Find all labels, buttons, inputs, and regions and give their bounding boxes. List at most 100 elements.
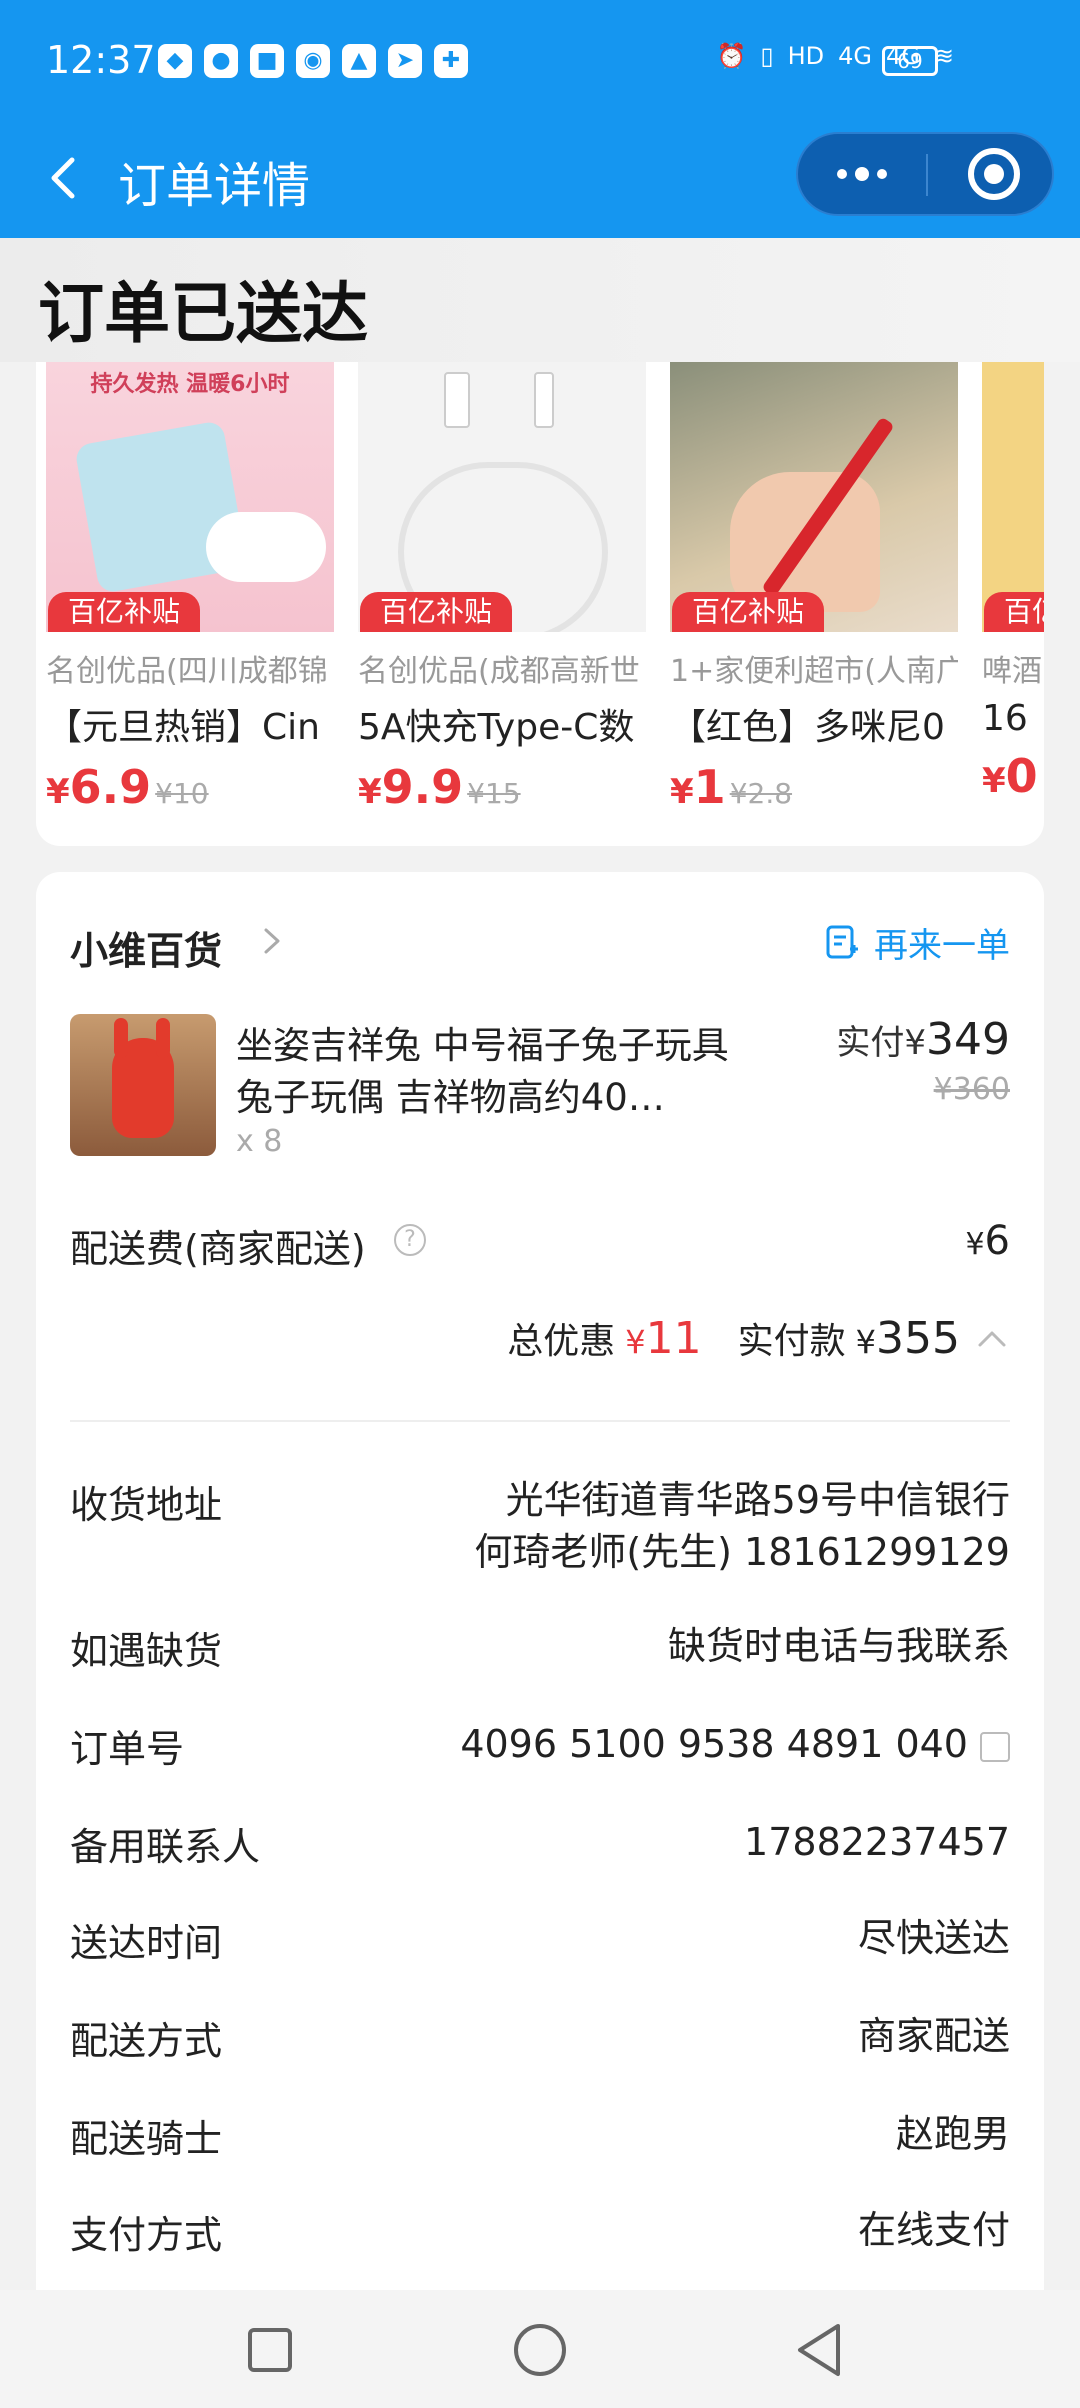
info-row-payment: 支付方式 在线支付 (70, 2204, 1010, 2264)
chevron-right-icon[interactable] (254, 924, 288, 958)
info-row-address: 收货地址 光华街道青华路59号中信银行 何琦老师(先生) 18161299129 (70, 1474, 1010, 1584)
more-dot-icon (877, 169, 887, 179)
reorder-button[interactable]: 再来一单 (822, 918, 1010, 967)
home-button[interactable] (502, 2312, 578, 2388)
reorder-label: 再来一单 (874, 926, 1010, 966)
product-name: 【红色】多咪尼0 (670, 707, 945, 748)
recommendation-item[interactable]: 持久发热 温暖6小时 百亿补贴 名创优品(四川成都锦 【元旦热销】Cin ¥6.… (46, 362, 334, 814)
product-image: 百亿补贴 (358, 362, 646, 632)
miniprogram-capsule (796, 132, 1054, 216)
rider-label: 配送骑士 (70, 2117, 223, 2161)
status-time: 12:37 (46, 38, 156, 82)
alarm-icon: ⏰ (716, 42, 747, 70)
vibrate-icon: ▯ (760, 42, 774, 70)
more-dot-icon (837, 169, 847, 179)
more-dot-icon (855, 167, 869, 181)
paid-total-label: 实付款 (737, 1321, 846, 1362)
capsule-divider (926, 154, 928, 196)
product-image-caption: 持久发热 温暖6小时 (90, 372, 290, 397)
app-notification-icon: ◆ (158, 44, 192, 78)
order-total-row[interactable]: 总优惠 ¥11 实付款 ¥355 (507, 1312, 1010, 1364)
store-name: 啤酒 (982, 654, 1042, 689)
back-arrow-icon (51, 157, 75, 199)
chevron-up-icon[interactable] (974, 1323, 1010, 1353)
system-nav-bar (0, 2290, 1080, 2408)
recommendation-item[interactable]: 百亿补贴 名创优品(成都高新世 5A快充Type-C数 ¥9.9 ¥15 (358, 362, 646, 814)
goods-name[interactable]: 坐姿吉祥兔 中号福子兔子玩具 兔子玩偶 吉祥物高约40… (236, 1020, 756, 1124)
goods-quantity: x 8 (236, 1124, 283, 1159)
subsidy-badge: 百亿补贴 (984, 592, 1044, 632)
signal-icon: 4G (838, 42, 873, 70)
order-status-title: 订单已送达 (38, 275, 368, 352)
info-row-stockout: 如遇缺货 缺货时电话与我联系 (70, 1620, 1010, 1680)
goods-paid-price: 实付¥349 (836, 1014, 1010, 1065)
delivery-fee-label: 配送费(商家配送) (70, 1227, 366, 1271)
info-row-backup-contact: 备用联系人 17882237457 (70, 1816, 1010, 1876)
title-bar: 订单详情 (0, 122, 1080, 238)
delivery-time-value: 尽快送达 (857, 1916, 1010, 1960)
order-status-header: 订单已送达 (0, 238, 1080, 362)
wechat-icon: ● (204, 44, 238, 78)
app-notification-icon: ✚ (434, 44, 468, 78)
product-image: 百亿补贴 (670, 362, 958, 632)
copy-icon[interactable] (980, 1731, 1010, 1762)
subsidy-badge: 百亿补贴 (672, 592, 825, 632)
product-image-shape (206, 512, 326, 582)
close-miniprogram-button[interactable] (968, 148, 1020, 200)
rider-value: 赵跑男 (895, 2112, 1010, 2156)
recommendation-card: 持久发热 温暖6小时 百亿补贴 名创优品(四川成都锦 【元旦热销】Cin ¥6.… (36, 330, 1044, 846)
page-title: 订单详情 (118, 158, 311, 214)
stockout-value: 缺货时电话与我联系 (667, 1624, 1010, 1668)
cable-plug-shape (534, 372, 554, 428)
info-row-order-number: 订单号 4096 5100 9538 4891 040 (70, 1718, 1010, 1778)
more-button[interactable] (798, 134, 926, 214)
telegram-icon: ➤ (388, 44, 422, 78)
hd-icon: HD (787, 42, 825, 70)
product-price: ¥1 ¥2.8 (670, 760, 793, 814)
delivery-time-label: 送达时间 (70, 1921, 223, 1965)
info-row-delivery-time: 送达时间 尽快送达 (70, 1912, 1010, 1972)
delivery-method-value: 商家配送 (857, 2014, 1010, 2058)
info-row-rider: 配送骑士 赵跑男 (70, 2108, 1010, 2168)
goods-image[interactable] (70, 1014, 216, 1156)
backup-contact-label: 备用联系人 (70, 1825, 261, 1869)
recent-apps-button[interactable] (232, 2312, 308, 2388)
back-nav-button[interactable] (782, 2312, 858, 2388)
stockout-label: 如遇缺货 (70, 1629, 223, 1673)
product-name: 【元旦热销】Cin (46, 707, 320, 748)
order-number-label: 订单号 (70, 1727, 185, 1771)
product-image: 持久发热 温暖6小时 百亿补贴 (46, 362, 334, 632)
store-name: 1+家便利超市(人南广 (670, 654, 958, 689)
order-detail-card: 小维百货 再来一单 坐姿吉祥兔 中号福子兔子玩具 兔子玩偶 吉祥物高约40… x… (36, 872, 1044, 2292)
delivery-fee-row: 配送费(商家配送) ? ¥6 (70, 1218, 1010, 1278)
help-icon[interactable]: ? (394, 1224, 426, 1256)
product-name: 5A快充Type-C数 (358, 707, 635, 748)
product-image: 百亿补贴 (982, 362, 1044, 632)
delivery-method-label: 配送方式 (70, 2019, 223, 2063)
recommendation-item[interactable]: 百亿补贴 啤酒 16 ¥0 (982, 362, 1044, 803)
status-bar: 12:37 ◆ ● ■ ◉ ▲ ➤ ✚ ⏰ ▯ HD 4G 4G ≋ 69 (0, 0, 1080, 122)
square-icon (248, 2328, 292, 2372)
info-row-delivery-method: 配送方式 商家配送 (70, 2010, 1010, 2070)
payment-value: 在线支付 (857, 2208, 1010, 2252)
payment-label: 支付方式 (70, 2213, 223, 2257)
discount-label: 总优惠 (507, 1321, 616, 1362)
reorder-icon (826, 925, 858, 958)
product-price: ¥9.9 ¥15 (358, 760, 521, 814)
notification-icons: ◆ ● ■ ◉ ▲ ➤ ✚ (158, 44, 468, 78)
triangle-back-icon (798, 2324, 840, 2376)
app-notification-icon: ◉ (296, 44, 330, 78)
goods-original-price: ¥360 (933, 1072, 1010, 1107)
recommendation-item[interactable]: 百亿补贴 1+家便利超市(人南广 【红色】多咪尼0 ¥1 ¥2.8 (670, 362, 958, 814)
back-button[interactable] (36, 148, 96, 208)
app-notification-icon: ■ (250, 44, 284, 78)
subsidy-badge: 百亿补贴 (360, 592, 513, 632)
subsidy-badge: 百亿补贴 (48, 592, 201, 632)
shop-name[interactable]: 小维百货 (70, 920, 222, 975)
circle-icon (514, 2324, 566, 2376)
paid-total-value: ¥355 (855, 1313, 960, 1364)
rabbit-ear-shape (156, 1018, 170, 1058)
order-number-value: 4096 5100 9538 4891 040 (460, 1718, 1010, 1770)
divider (70, 1420, 1010, 1422)
delivery-fee-value: ¥6 (965, 1218, 1010, 1264)
